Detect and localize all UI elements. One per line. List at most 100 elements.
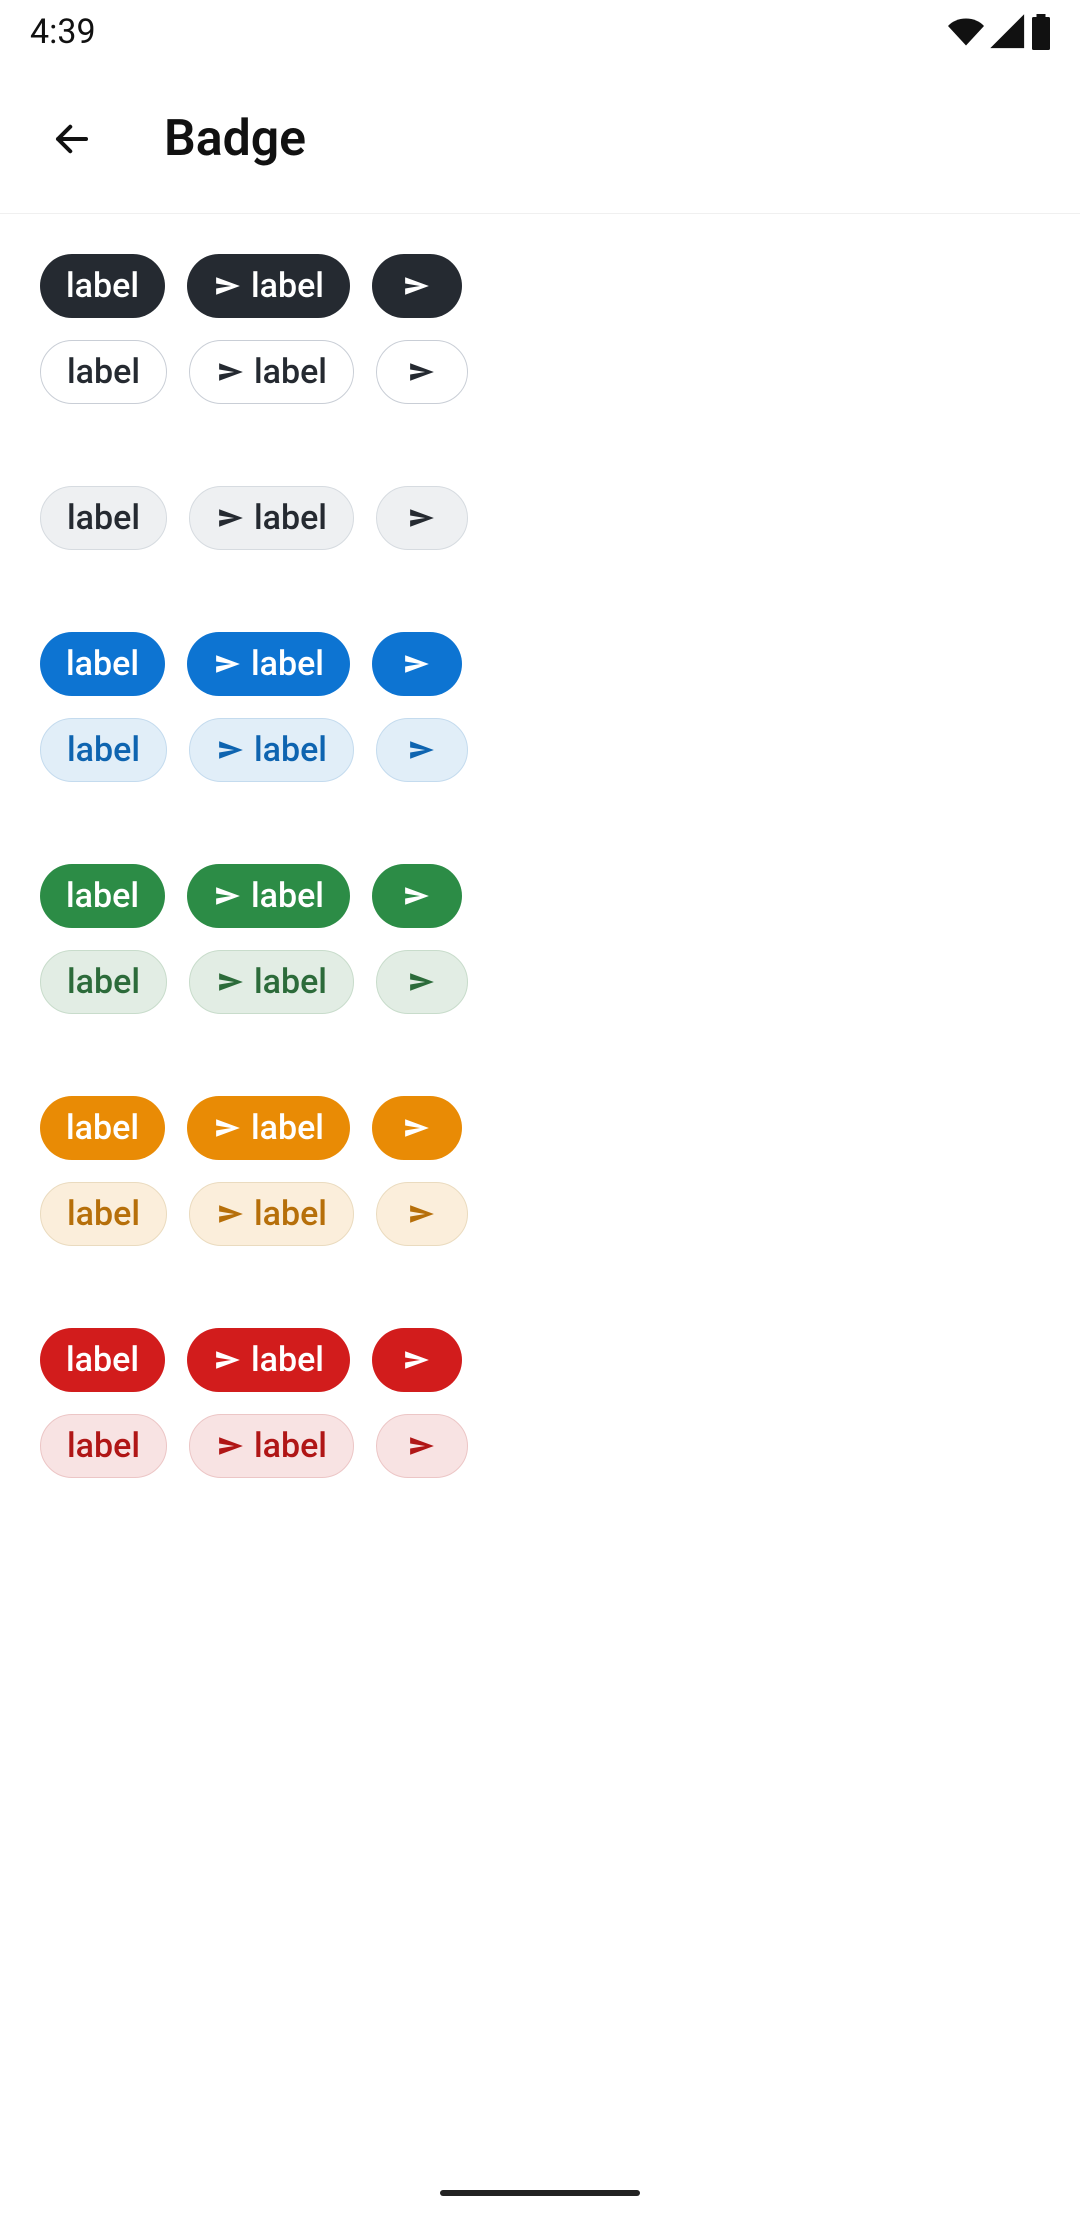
badge-group: label label label label	[40, 864, 1040, 1014]
badge-group: label label label label	[40, 632, 1040, 782]
badge-label: label	[67, 1197, 140, 1231]
badge-icon-text: label	[187, 1096, 350, 1160]
badge-group: label label label label	[40, 254, 1040, 404]
battery-icon	[1032, 14, 1050, 50]
badge-label: label	[254, 501, 327, 535]
badge-label: label	[251, 269, 324, 303]
airplane-icon	[213, 1345, 243, 1375]
badge-label: label	[66, 1111, 139, 1145]
badge-label: label	[254, 355, 327, 389]
badge-text: label	[40, 950, 167, 1014]
airplane-icon	[407, 1431, 437, 1461]
badge-icon	[372, 1328, 462, 1392]
airplane-icon	[402, 271, 432, 301]
badge-icon-text: label	[189, 1182, 354, 1246]
badge-label: label	[254, 965, 327, 999]
airplane-icon	[407, 357, 437, 387]
badge-label: label	[67, 501, 140, 535]
airplane-icon	[216, 735, 246, 765]
airplane-icon	[213, 1113, 243, 1143]
airplane-icon	[407, 503, 437, 533]
airplane-icon	[402, 881, 432, 911]
back-button[interactable]	[40, 107, 104, 171]
badge-row: label label	[40, 340, 1040, 404]
badge-row: label label	[40, 1182, 1040, 1246]
airplane-icon	[216, 503, 246, 533]
badge-row: label label	[40, 1096, 1040, 1160]
badge-row: label label	[40, 718, 1040, 782]
airplane-icon	[213, 649, 243, 679]
badge-text: label	[40, 254, 165, 318]
badge-text: label	[40, 632, 165, 696]
badge-text: label	[40, 1414, 167, 1478]
badge-icon	[376, 340, 468, 404]
badge-icon	[372, 864, 462, 928]
status-icons	[948, 14, 1050, 50]
badge-icon	[372, 632, 462, 696]
app-bar: Badge	[0, 64, 1080, 214]
badge-label: label	[67, 1429, 140, 1463]
airplane-icon	[213, 271, 243, 301]
badge-label: label	[251, 879, 324, 913]
badge-icon-text: label	[187, 254, 350, 318]
airplane-icon	[216, 357, 246, 387]
badge-text: label	[40, 1096, 165, 1160]
status-bar: 4:39	[0, 0, 1080, 64]
badge-row: label label	[40, 486, 1040, 550]
badge-row: label label	[40, 1414, 1040, 1478]
badge-icon-text: label	[189, 718, 354, 782]
badge-label: label	[254, 1197, 327, 1231]
badge-icon	[376, 950, 468, 1014]
badge-icon	[376, 1414, 468, 1478]
badge-label: label	[251, 1111, 324, 1145]
home-indicator	[440, 2190, 640, 2196]
badge-icon-text: label	[189, 486, 354, 550]
badge-icon-text: label	[187, 864, 350, 928]
badge-row: label label	[40, 1328, 1040, 1392]
badge-icon	[372, 1096, 462, 1160]
badge-group: label label label label	[40, 1328, 1040, 1478]
badge-label: label	[254, 733, 327, 767]
cellular-icon	[990, 14, 1026, 50]
airplane-icon	[407, 967, 437, 997]
badge-row: label label	[40, 632, 1040, 696]
badge-icon-text: label	[189, 340, 354, 404]
badge-icon	[372, 254, 462, 318]
badge-icon-text: label	[189, 950, 354, 1014]
badge-icon	[376, 718, 468, 782]
badge-group: label label label label	[40, 1096, 1040, 1246]
airplane-icon	[216, 1199, 246, 1229]
airplane-icon	[402, 1113, 432, 1143]
badge-text: label	[40, 340, 167, 404]
badge-icon	[376, 1182, 468, 1246]
airplane-icon	[407, 735, 437, 765]
airplane-icon	[407, 1199, 437, 1229]
badge-row: label label	[40, 864, 1040, 928]
badge-label: label	[251, 1343, 324, 1377]
badge-label: label	[251, 647, 324, 681]
badge-icon-text: label	[187, 632, 350, 696]
badge-text: label	[40, 718, 167, 782]
status-time: 4:39	[30, 12, 96, 52]
badge-row: label label	[40, 950, 1040, 1014]
badge-label: label	[66, 879, 139, 913]
badge-label: label	[67, 355, 140, 389]
badge-text: label	[40, 864, 165, 928]
badge-text: label	[40, 1182, 167, 1246]
badge-label: label	[66, 647, 139, 681]
airplane-icon	[213, 881, 243, 911]
arrow-left-icon	[51, 118, 93, 160]
badge-label: label	[254, 1429, 327, 1463]
airplane-icon	[216, 967, 246, 997]
badge-icon-text: label	[187, 1328, 350, 1392]
content: labellabellabellabellabellabellabellabel…	[0, 214, 1080, 1600]
airplane-icon	[402, 1345, 432, 1375]
badge-text: label	[40, 1328, 165, 1392]
badge-row: label label	[40, 254, 1040, 318]
wifi-icon	[948, 14, 984, 50]
badge-text: label	[40, 486, 167, 550]
airplane-icon	[216, 1431, 246, 1461]
badge-icon	[376, 486, 468, 550]
badge-label: label	[67, 733, 140, 767]
airplane-icon	[402, 649, 432, 679]
